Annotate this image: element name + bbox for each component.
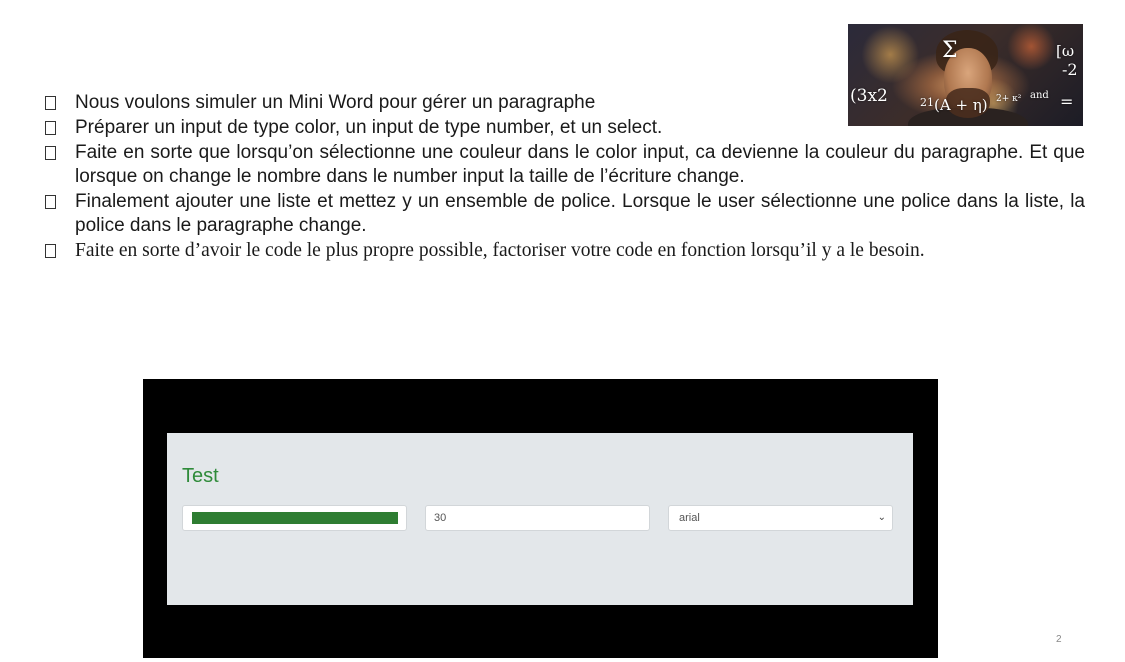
- bullet-box-icon: [45, 195, 56, 209]
- color-input[interactable]: [182, 505, 407, 531]
- meme-equation: -2: [1062, 60, 1078, 79]
- list-item: Préparer un input de type color, un inpu…: [45, 116, 1085, 140]
- bullet-box-icon: [45, 96, 56, 110]
- slide-number: 2: [1056, 634, 1062, 645]
- list-item: Finalement ajouter une liste et mettez y…: [45, 190, 1085, 238]
- list-item-text: Faite en sorte d’avoir le code le plus p…: [75, 240, 925, 261]
- list-item: Faite en sorte que lorsqu’on sélectionne…: [45, 141, 1085, 189]
- demo-panel: Test 30 arial ⌄: [167, 433, 913, 605]
- chevron-down-icon: ⌄: [877, 512, 886, 523]
- demo-screenshot: Test 30 arial ⌄: [143, 379, 938, 658]
- font-select-value: arial: [679, 512, 700, 524]
- demo-paragraph: Test: [182, 465, 219, 487]
- bullet-box-icon: [45, 121, 56, 135]
- bullet-box-icon: [45, 244, 56, 258]
- list-item-text: Nous voulons simuler un Mini Word pour g…: [75, 92, 596, 113]
- list-item: Faite en sorte d’avoir le code le plus p…: [45, 239, 1085, 263]
- number-input[interactable]: 30: [425, 505, 650, 531]
- instruction-list: Nous voulons simuler un Mini Word pour g…: [45, 91, 1085, 264]
- meme-equation: Σ: [942, 38, 958, 63]
- list-item: Nous voulons simuler un Mini Word pour g…: [45, 91, 1085, 115]
- meme-equation: [ω: [1056, 42, 1075, 60]
- color-swatch: [192, 512, 398, 524]
- list-item-text: Préparer un input de type color, un inpu…: [75, 117, 663, 138]
- list-item-text: Finalement ajouter une liste et mettez y…: [75, 191, 1085, 236]
- font-select[interactable]: arial ⌄: [668, 505, 893, 531]
- list-item-text: Faite en sorte que lorsqu’on sélectionne…: [75, 142, 1085, 187]
- bullet-box-icon: [45, 146, 56, 160]
